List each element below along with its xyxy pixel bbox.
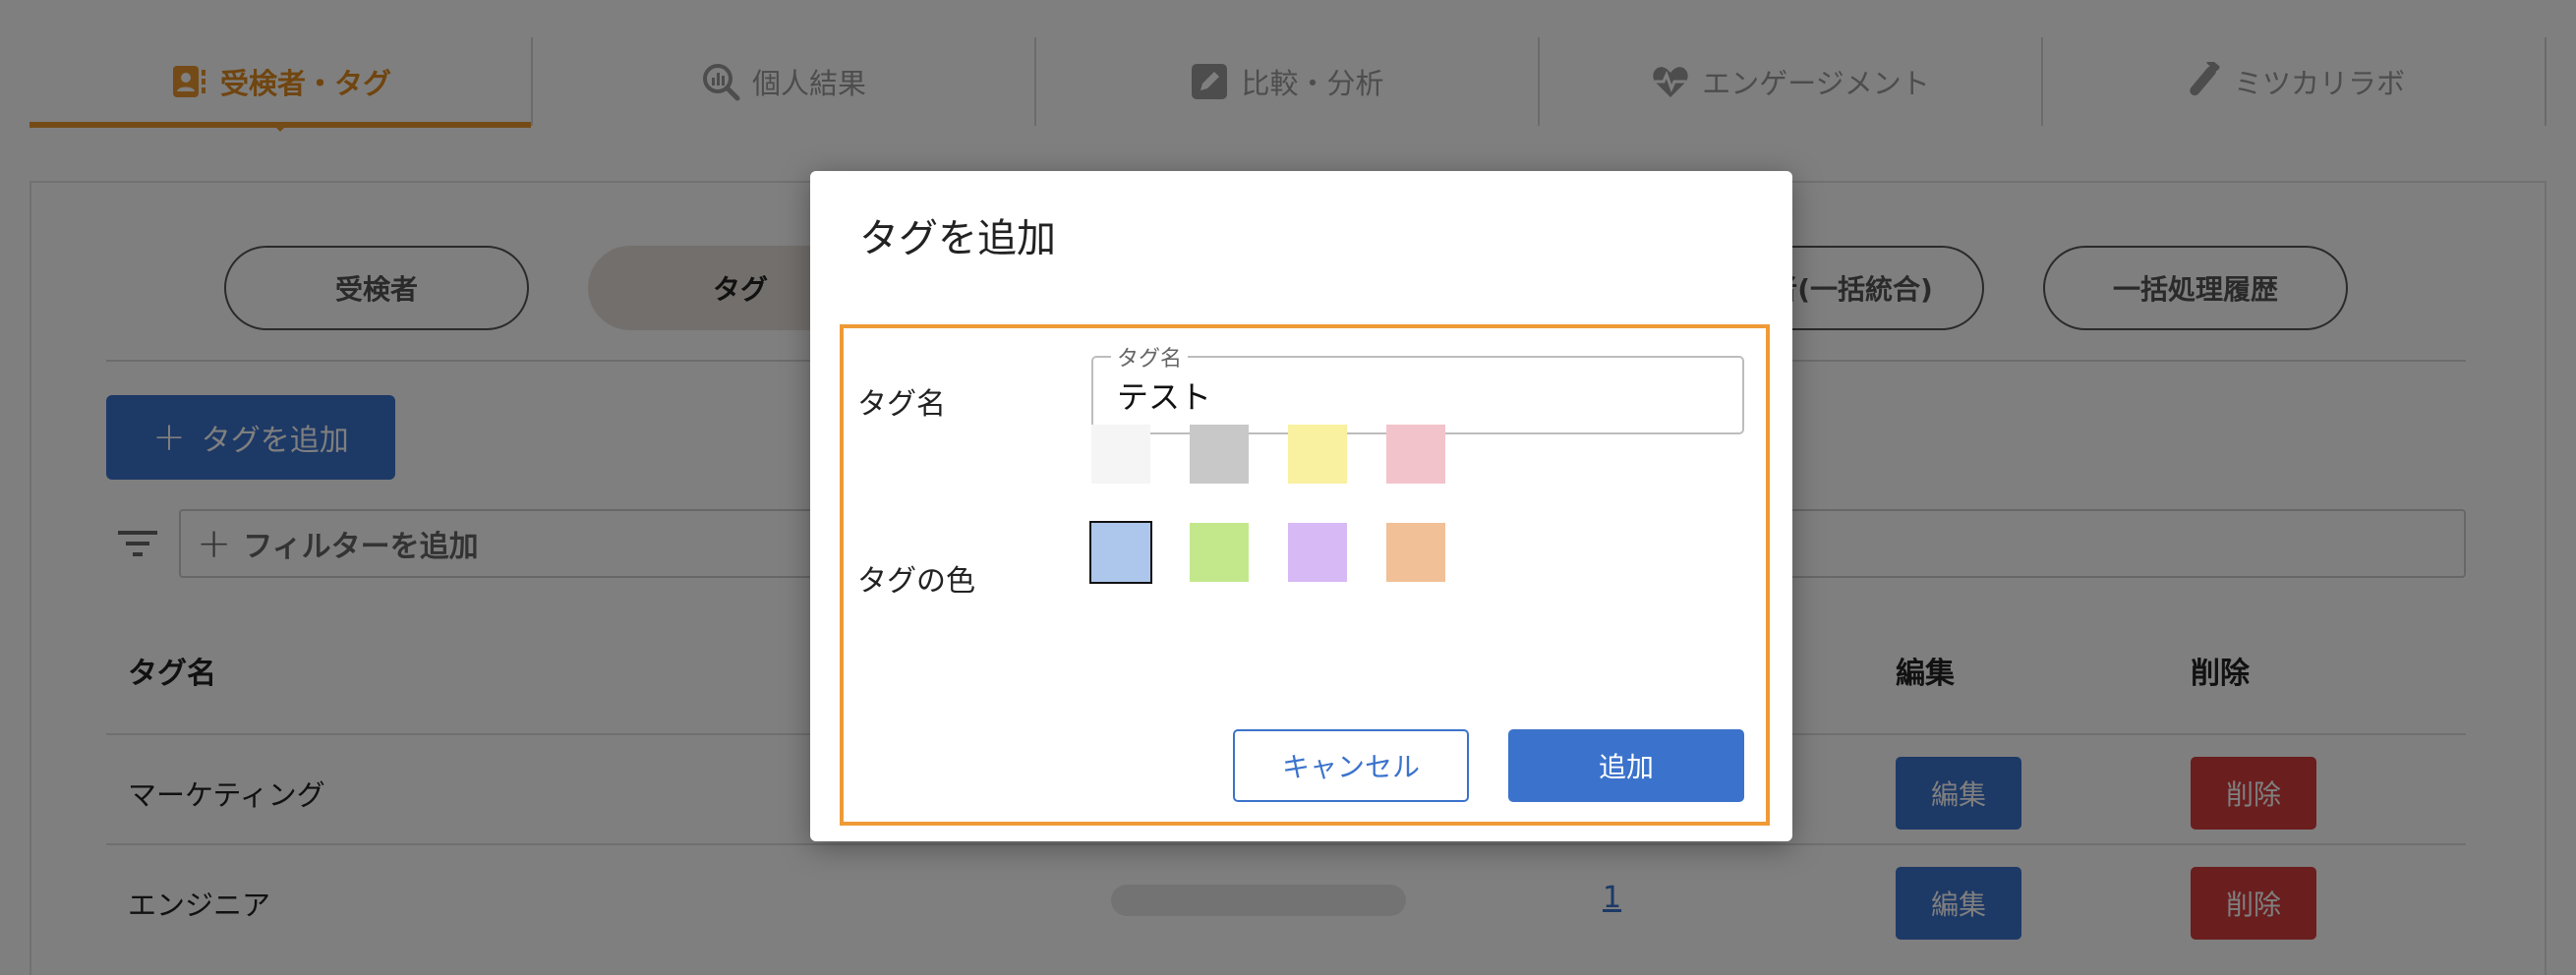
color-swatch[interactable] — [1190, 425, 1249, 484]
color-swatch[interactable] — [1091, 425, 1150, 484]
form-highlight: タグ名 タグ名 タグの色 キャンセル 追加 — [840, 324, 1770, 826]
cancel-button[interactable]: キャンセル — [1233, 729, 1469, 802]
tag-name-input[interactable] — [1117, 372, 1707, 419]
tag-name-label: タグ名 — [857, 387, 946, 422]
tag-color-label: タグの色 — [857, 564, 975, 599]
add-button[interactable]: 追加 — [1508, 729, 1744, 802]
color-swatch[interactable] — [1089, 521, 1152, 584]
dialog-title: タグを追加 — [859, 216, 1056, 261]
color-swatch[interactable] — [1288, 425, 1347, 484]
tag-name-field[interactable]: タグ名 — [1091, 341, 1744, 434]
add-tag-dialog: タグを追加 タグ名 タグ名 タグの色 キャンセル 追加 — [810, 171, 1792, 841]
field-legend: タグ名 — [1111, 341, 1189, 373]
page: 受検者・タグ 個人結果 比較・分析 エンゲージメント ミツカリラボ — [0, 0, 2576, 975]
color-swatch[interactable] — [1288, 523, 1347, 582]
color-swatch[interactable] — [1386, 523, 1445, 582]
color-swatch[interactable] — [1386, 425, 1445, 484]
color-swatch[interactable] — [1190, 523, 1249, 582]
